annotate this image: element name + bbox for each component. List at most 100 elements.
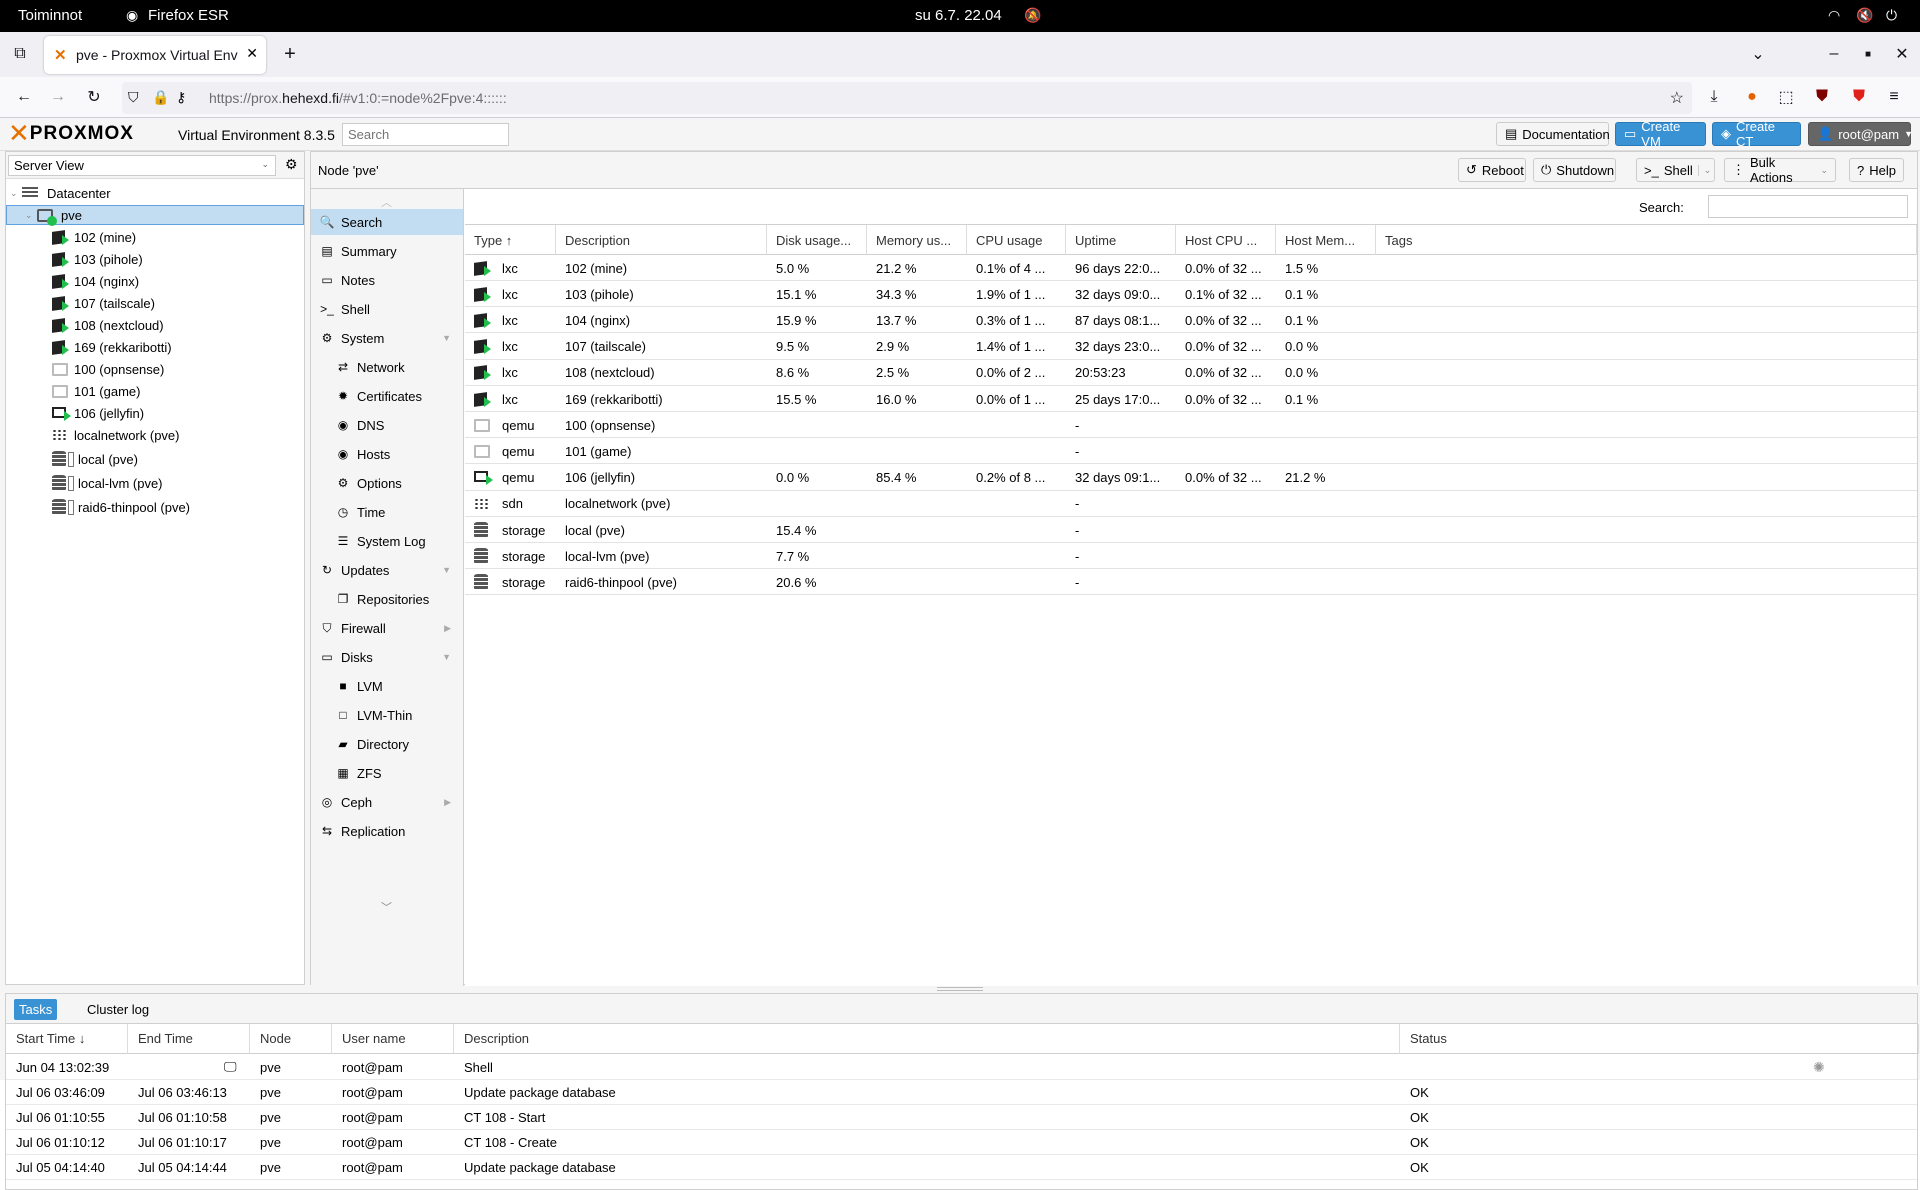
menu-item-ceph[interactable]: ◎ Ceph ▶	[311, 789, 463, 815]
shell-button[interactable]: >_ Shell ⌄	[1636, 158, 1715, 182]
shield-icon[interactable]: ⛉	[128, 89, 139, 106]
tree-item[interactable]: local (pve)	[52, 449, 138, 469]
task-column-header[interactable]: End Time	[128, 1024, 250, 1054]
task-row[interactable]: Jul 06 01:10:55 Jul 06 01:10:58 pve root@pa…	[6, 1105, 1917, 1130]
tree-item[interactable]: localnetwork (pve)	[52, 425, 180, 445]
grid-row[interactable]: lxc 102 (mine) 5.0 % 21.2 % 0.1% of 4 ... 96 …	[465, 255, 1917, 281]
clock[interactable]: su 6.7. 22.04	[915, 7, 1002, 24]
scroll-down-icon[interactable]: ﹀	[381, 899, 392, 915]
menu-item-time[interactable]: ◷ Time	[311, 499, 463, 525]
tree-item[interactable]: 106 (jellyfin)	[52, 403, 144, 423]
menu-hamburger-icon[interactable]: ≡	[1880, 83, 1908, 111]
menu-item-hosts[interactable]: ◉ Hosts	[311, 441, 463, 467]
task-row[interactable]: Jul 06 03:46:09 Jul 06 03:46:13 pve root@pa…	[6, 1080, 1917, 1105]
reboot-button[interactable]: ↺ Reboot	[1458, 158, 1526, 182]
privacy-badger-icon[interactable]: ⛊	[1845, 83, 1873, 111]
tree-item-node-pve[interactable]: ⌄ pve	[6, 205, 304, 226]
resize-handle[interactable]	[937, 987, 983, 991]
menu-item-lvm-thin[interactable]: □ LVM-Thin	[311, 702, 463, 728]
list-tabs-chevron-down-icon[interactable]: ⌄	[1744, 40, 1772, 68]
menu-item-options[interactable]: ⚙ Options	[311, 470, 463, 496]
column-header[interactable]: Uptime	[1066, 225, 1176, 255]
column-header[interactable]: Host Mem...	[1276, 225, 1376, 255]
new-tab-icon[interactable]: +	[276, 40, 304, 68]
menu-item-search[interactable]: 🔍 Search	[311, 209, 463, 235]
bulk-actions-button[interactable]: ⋮ Bulk Actions ⌄	[1724, 155, 1836, 185]
tree-item[interactable]: 169 (rekkaribotti)	[52, 337, 172, 357]
grid-row[interactable]: lxc 103 (pihole) 15.1 % 34.3 % 1.9% of 1 ...…	[465, 281, 1917, 308]
menu-item-summary[interactable]: ▤ Summary	[311, 238, 463, 264]
column-header[interactable]: Type ↑	[465, 225, 556, 255]
tab-tasks[interactable]: Tasks	[14, 999, 58, 1020]
grid-row[interactable]: qemu 106 (jellyfin) 0.0 % 85.4 % 0.2% of 8 .…	[465, 465, 1917, 491]
documentation-button[interactable]: ▤ Documentation	[1496, 122, 1610, 146]
column-header[interactable]: Host CPU ...	[1176, 225, 1276, 255]
url-text[interactable]: https://prox.hehexd.fi/#v1:0:=node%2Fpve…	[209, 90, 507, 106]
bookmark-star-icon[interactable]: ☆	[1670, 88, 1684, 108]
tree-item-datacenter[interactable]: ⌄ Datacenter	[10, 183, 111, 203]
task-column-header[interactable]: Node	[250, 1024, 332, 1054]
grid-row[interactable]: lxc 108 (nextcloud) 8.6 % 2.5 % 0.0% of 2 ..…	[465, 360, 1917, 386]
menu-item-lvm[interactable]: ■ LVM	[311, 673, 463, 699]
column-header[interactable]: Description	[556, 225, 767, 255]
task-row[interactable]: Jun 04 13:02:39 pve root@pam Shell 🖵 ✺	[6, 1055, 1917, 1080]
grid-row[interactable]: lxc 104 (nginx) 15.9 % 13.7 % 0.3% of 1 ... 8…	[465, 307, 1917, 334]
reload-icon[interactable]: ↻	[80, 83, 108, 111]
column-header[interactable]: CPU usage	[967, 225, 1066, 255]
wifi-icon[interactable]: ◠	[1828, 7, 1840, 24]
task-column-header[interactable]: User name	[332, 1024, 454, 1054]
menu-item-zfs[interactable]: ▦ ZFS	[311, 760, 463, 786]
ublock-icon[interactable]: ⛊	[1808, 83, 1836, 111]
help-button[interactable]: ? Help	[1849, 158, 1904, 182]
tree-item[interactable]: raid6-thinpool (pve)	[52, 497, 190, 517]
app-menu[interactable]: Firefox ESR	[148, 7, 229, 24]
tree-item[interactable]: 107 (tailscale)	[52, 293, 155, 313]
column-header[interactable]: Memory us...	[867, 225, 967, 255]
volume-muted-icon[interactable]: 🔇	[1856, 7, 1873, 24]
gear-icon[interactable]: ⚙	[285, 156, 298, 173]
tree-item[interactable]: 108 (nextcloud)	[52, 315, 164, 335]
menu-item-directory[interactable]: ▰ Directory	[311, 731, 463, 757]
task-column-header[interactable]: Status	[1400, 1024, 1919, 1054]
scroll-up-icon[interactable]: ︿	[381, 194, 392, 210]
grid-row[interactable]: qemu 100 (opnsense) -	[465, 412, 1917, 439]
url-bar[interactable]: ⛉ 🔒 ⚷ https://prox.hehexd.fi/#v1:0:=node…	[122, 82, 1692, 114]
extensions-icon[interactable]: ⬚	[1772, 83, 1800, 111]
menu-item-dns[interactable]: ◉ DNS	[311, 412, 463, 438]
downloads-icon[interactable]: ⤓	[1700, 83, 1728, 111]
menu-item-updates[interactable]: ↻ Updates ▼	[311, 557, 463, 583]
shutdown-button[interactable]: ⏻ Shutdown	[1533, 158, 1616, 182]
tree-item[interactable]: 101 (game)	[52, 381, 140, 401]
task-column-header[interactable]: Start Time ↓	[6, 1024, 128, 1054]
close-tab-icon[interactable]: ✕	[246, 45, 258, 62]
menu-item-network[interactable]: ⇄ Network	[311, 354, 463, 380]
menu-item-repositories[interactable]: ❐ Repositories	[311, 586, 463, 612]
view-select[interactable]: Server View ⌄	[8, 155, 276, 176]
global-search-input[interactable]	[342, 123, 509, 146]
menu-item-notes[interactable]: ▭ Notes	[311, 267, 463, 293]
column-header[interactable]: Disk usage...	[767, 225, 867, 255]
task-row[interactable]: Jul 06 01:10:12 Jul 06 01:10:17 pve root@pa…	[6, 1130, 1917, 1155]
grid-row[interactable]: storage local (pve) 15.4 % -	[465, 517, 1917, 543]
tree-item[interactable]: 104 (nginx)	[52, 271, 139, 291]
tree-item[interactable]: 103 (pihole)	[52, 249, 143, 269]
grid-row[interactable]: qemu 101 (game) -	[465, 438, 1917, 465]
minimize-icon[interactable]: –	[1820, 40, 1848, 68]
create-ct-button[interactable]: ◈ Create CT	[1712, 119, 1801, 149]
tree-item[interactable]: 102 (mine)	[52, 227, 136, 247]
tree-item[interactable]: local-lvm (pve)	[52, 473, 163, 493]
tree-item[interactable]: 100 (opnsense)	[52, 359, 164, 379]
column-header[interactable]: Tags	[1376, 225, 1917, 255]
lock-icon[interactable]: 🔒	[152, 89, 169, 106]
menu-item-disks[interactable]: ▭ Disks ▼	[311, 644, 463, 670]
permissions-icon[interactable]: ⚷	[176, 89, 186, 106]
task-row[interactable]: Jul 05 04:14:40 Jul 05 04:14:44 pve root@pa…	[6, 1155, 1917, 1180]
back-icon[interactable]: ←	[10, 83, 38, 111]
forward-icon[interactable]: →	[44, 83, 72, 111]
grid-search-input[interactable]	[1708, 195, 1908, 218]
grid-row[interactable]: sdn localnetwork (pve) -	[465, 491, 1917, 517]
firefox-account-icon[interactable]: ●	[1738, 83, 1766, 111]
firefox-view-icon[interactable]: ⧉	[6, 40, 34, 68]
tab-active[interactable]: ✕ pve - Proxmox Virtual Env ✕	[44, 36, 266, 74]
window-close-icon[interactable]: ✕	[1888, 40, 1916, 68]
